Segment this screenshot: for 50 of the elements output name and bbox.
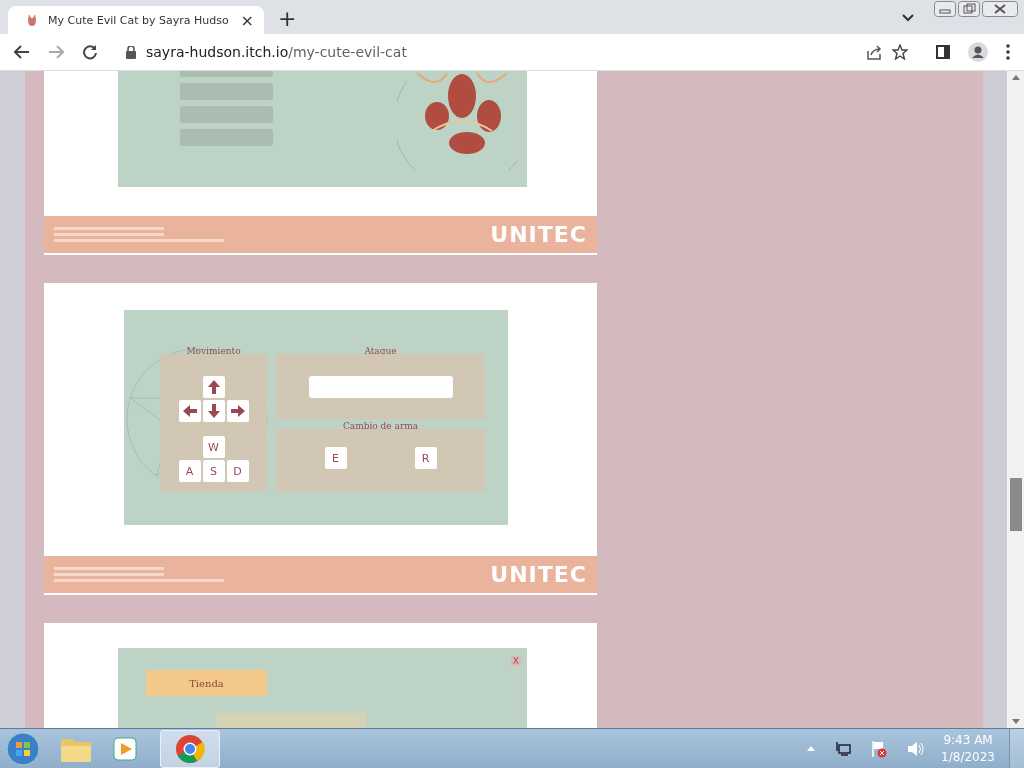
scroll-thumb[interactable] <box>1009 478 1022 531</box>
show-desktop-button[interactable] <box>1009 728 1024 768</box>
close-mark: X <box>510 656 521 666</box>
key-cap: R <box>414 447 437 469</box>
media-player-icon[interactable] <box>112 734 140 763</box>
shop-label: Tienda <box>146 670 267 696</box>
right-arrow-key-icon <box>226 400 249 422</box>
reload-icon[interactable] <box>82 44 98 60</box>
network-icon[interactable] <box>835 740 852 757</box>
back-arrow-icon[interactable] <box>14 45 30 59</box>
url-text: sayra-hudson.itch.io/my-cute-evil-cat <box>146 44 407 60</box>
movement-title: Movimiento <box>186 346 241 356</box>
forward-arrow-icon[interactable] <box>48 45 64 59</box>
key-cap: S <box>202 460 225 482</box>
chrome-icon <box>175 733 205 764</box>
attack-title: Ataque <box>364 346 397 356</box>
up-arrow-key-icon <box>202 376 225 398</box>
restore-icon[interactable] <box>958 1 980 17</box>
profile-icon[interactable] <box>968 42 988 62</box>
key-cap: D <box>226 460 249 482</box>
scrollbar[interactable] <box>1007 71 1024 728</box>
browser-tab[interactable]: My Cute Evil Cat by Sayra Hudso × <box>8 6 264 34</box>
close-icon[interactable] <box>982 1 1018 17</box>
tab-close-button[interactable]: × <box>240 10 254 30</box>
minimize-icon[interactable] <box>934 1 956 17</box>
tab-title: My Cute Evil Cat by Sayra Hudso <box>48 13 230 27</box>
key-cap: E <box>324 447 347 469</box>
scroll-down-icon[interactable] <box>1011 719 1020 724</box>
taskbar-button[interactable] <box>160 729 220 768</box>
side-panel-icon[interactable] <box>936 45 950 59</box>
new-tab-button[interactable]: + <box>278 6 297 31</box>
left-arrow-key-icon <box>178 400 201 422</box>
weapon-switch-title: Cambio de arma <box>342 421 419 431</box>
scroll-up-icon[interactable] <box>1011 75 1020 80</box>
chevron-down-icon[interactable] <box>902 14 914 22</box>
share-icon[interactable] <box>866 44 882 60</box>
star-icon[interactable] <box>892 44 908 60</box>
down-arrow-key-icon <box>202 400 225 422</box>
logo: UNITEC <box>490 222 587 247</box>
menu-icon[interactable] <box>1006 44 1010 60</box>
flag-error-icon[interactable] <box>871 739 888 758</box>
key-cap: W <box>202 436 225 458</box>
address-bar[interactable]: sayra-hudson.itch.io/my-cute-evil-cat <box>116 37 918 67</box>
key-cap: A <box>178 460 201 482</box>
tray-up-arrow-icon[interactable] <box>807 746 816 751</box>
cat-favicon-icon <box>26 13 38 27</box>
lock-icon <box>126 45 136 59</box>
logo: UNITEC <box>490 562 587 587</box>
speaker-icon[interactable] <box>907 740 926 757</box>
start-orb-icon[interactable] <box>6 731 40 766</box>
